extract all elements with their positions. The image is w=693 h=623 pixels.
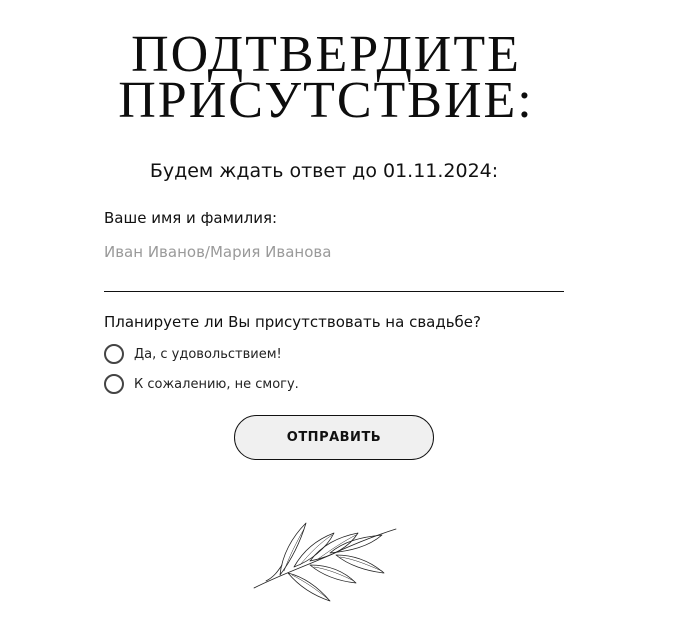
name-input[interactable] — [104, 238, 564, 292]
attendance-question: Планируете ли Вы присутствовать на свадь… — [104, 313, 481, 331]
attendance-option-yes[interactable]: Да, с удовольствием! — [104, 344, 282, 364]
name-field-label: Ваше имя и фамилия: — [104, 209, 278, 227]
radio-button-no[interactable] — [104, 374, 124, 394]
rsvp-deadline: Будем ждать ответ до 01.11.2024: — [149, 160, 499, 182]
leaf-branch-icon — [253, 522, 397, 602]
page-title: ПОДТВЕРДИТЕ ПРИСУТСТВИЕ: — [0, 29, 652, 129]
submit-button[interactable]: ОТПРАВИТЬ — [234, 415, 434, 460]
rsvp-page: ПОДТВЕРДИТЕ ПРИСУТСТВИЕ: Будем ждать отв… — [0, 0, 693, 623]
option-label-yes: Да, с удовольствием! — [134, 346, 282, 362]
radio-button-yes[interactable] — [104, 344, 124, 364]
title-line-2: ПРИСУТСТВИЕ: — [118, 72, 534, 129]
option-label-no: К сожалению, не смогу. — [134, 376, 299, 392]
attendance-option-no[interactable]: К сожалению, не смогу. — [104, 374, 299, 394]
